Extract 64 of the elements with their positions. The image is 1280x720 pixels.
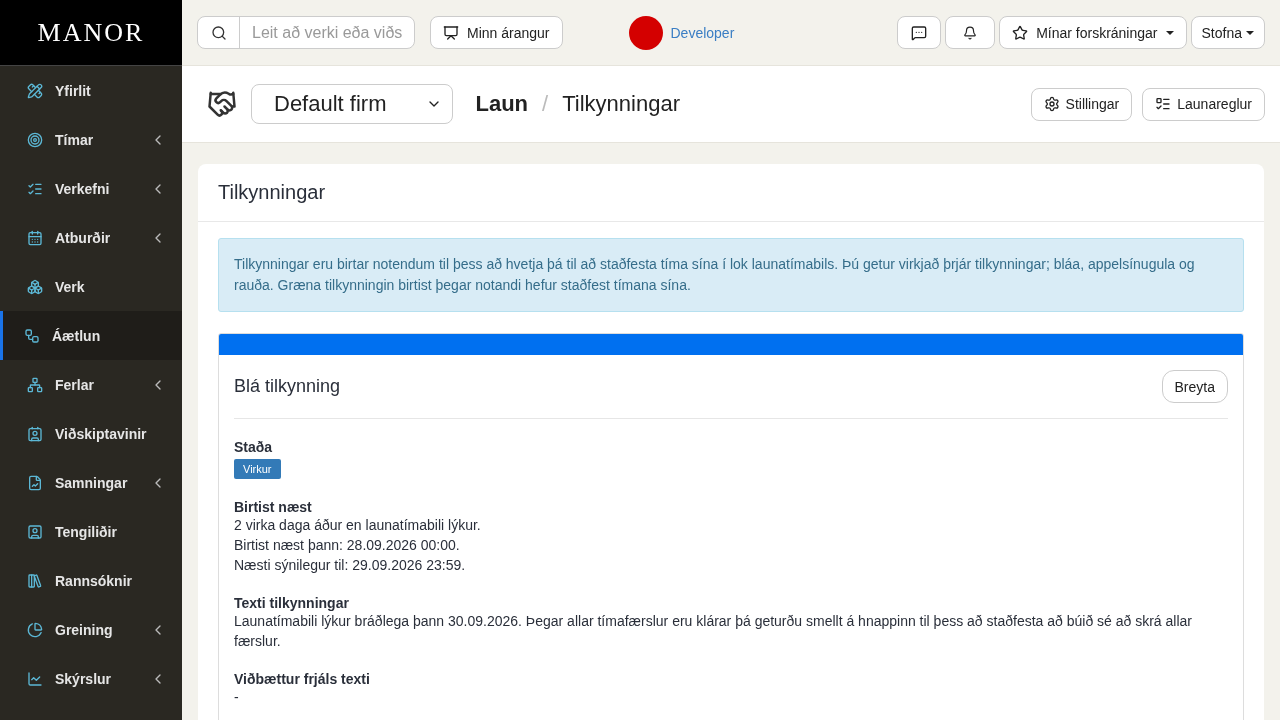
- field-label: Staða: [234, 439, 274, 455]
- caret-icon: [1246, 30, 1254, 35]
- field-value: -: [234, 688, 240, 707]
- sidebar-item[interactable]: Áætlun: [0, 311, 182, 360]
- user-link[interactable]: Developer: [670, 24, 735, 41]
- favorites-button[interactable]: Mínar forskráningar: [999, 16, 1187, 49]
- checklist-icon: [1155, 96, 1172, 112]
- sidebar-item[interactable]: Skýrslur: [0, 654, 182, 703]
- field-value: Næsti sýnilegur til: 29.09.2026 23:59.: [234, 556, 467, 575]
- status-badge: Virkur: [234, 459, 281, 479]
- menu-item-icon: [27, 572, 43, 589]
- handshake-icon: [207, 89, 237, 119]
- notice-title: Blá tilkynning: [234, 376, 341, 397]
- pay-rules-button[interactable]: Launareglur: [1142, 87, 1265, 121]
- menu-item-icon: [27, 621, 43, 638]
- field-label: Viðbættur frjáls texti: [234, 671, 371, 687]
- sidebar-item[interactable]: Tengiliðir: [0, 507, 182, 556]
- star-icon: [1012, 24, 1029, 41]
- sidebar-item[interactable]: Atburðir: [0, 213, 182, 262]
- logo: MANOR: [0, 0, 182, 66]
- menu-item-icon: [27, 523, 43, 540]
- field-label: Texti tilkynningar: [234, 595, 350, 611]
- sidebar-item[interactable]: Viðskiptavinir: [0, 409, 182, 458]
- field-label: Birtist næst: [234, 499, 313, 515]
- settings-button[interactable]: Stillingar: [1030, 87, 1133, 121]
- bell-icon: [963, 25, 978, 40]
- menu-item-icon: [27, 278, 43, 295]
- caret-icon: [1165, 30, 1174, 35]
- create-button[interactable]: Stofna: [1190, 16, 1265, 49]
- field-value: 2 virka daga áður en launatímabili lýkur.: [234, 516, 482, 535]
- sidebar-item[interactable]: Rannsóknir: [0, 556, 182, 605]
- search-field[interactable]: Leit að verki eða viðs: [197, 16, 415, 49]
- user-avatar[interactable]: [628, 15, 663, 50]
- menu-item-icon: [27, 474, 43, 491]
- sidebar-item[interactable]: Verk: [0, 262, 182, 311]
- breadcrumb-item: Tilkynningar: [562, 91, 680, 117]
- firm-select[interactable]: Default firm: [251, 84, 454, 124]
- menu-item-icon: [24, 327, 40, 344]
- search-icon: [210, 24, 227, 41]
- menu-item-icon: [27, 131, 43, 148]
- info-alert: Tilkynningar eru birtar notendum til þess að hvetja þá til að staðfesta tíma sína í lok launatímabils. Þú getur virkjað þrjár tilkynningar; bláa, appelsínugula og rauða. Græna tilkynningin birtist þegar notandi hefur staðfest tímana sína.: [218, 238, 1244, 312]
- panel-title: Tilkynningar: [198, 164, 1264, 222]
- menu-item-icon: [27, 376, 43, 393]
- field-value: Launatímabili lýkur bráðlega þann 30.09.2026. Þegar allar tímafærslur eru klárar þá geturðu smellt á hnappinn til þess að staðfesta að búið sé að skrá allar færslur.: [234, 612, 1193, 651]
- sidebar-item[interactable]: Verkefni: [0, 164, 182, 213]
- sidebar-item[interactable]: Tímar: [0, 115, 182, 164]
- achievement-button[interactable]: Minn árangur: [430, 16, 563, 49]
- edit-button[interactable]: Breyta: [1161, 370, 1228, 403]
- settings-icon: [1043, 96, 1060, 112]
- sidebar-item[interactable]: Greining: [0, 605, 182, 654]
- sidebar-item[interactable]: Yfirlit: [0, 66, 182, 115]
- notifications-button[interactable]: [945, 16, 996, 49]
- menu-item-icon: [27, 425, 43, 442]
- sidebar-item[interactable]: Samningar: [0, 458, 182, 507]
- menu-item-icon: [27, 670, 43, 687]
- breadcrumb-item[interactable]: Laun: [475, 91, 529, 117]
- chat-button[interactable]: [897, 16, 942, 49]
- chat-icon: [911, 24, 928, 41]
- field-value: Birtist næst þann: 28.09.2026 00:00.: [234, 536, 461, 555]
- sidebar-item[interactable]: Ferlar: [0, 360, 182, 409]
- breadcrumb-separator: /: [542, 91, 549, 117]
- menu-item-icon: [27, 82, 43, 99]
- presentation-icon: [443, 24, 459, 41]
- menu-item-icon: [27, 229, 43, 246]
